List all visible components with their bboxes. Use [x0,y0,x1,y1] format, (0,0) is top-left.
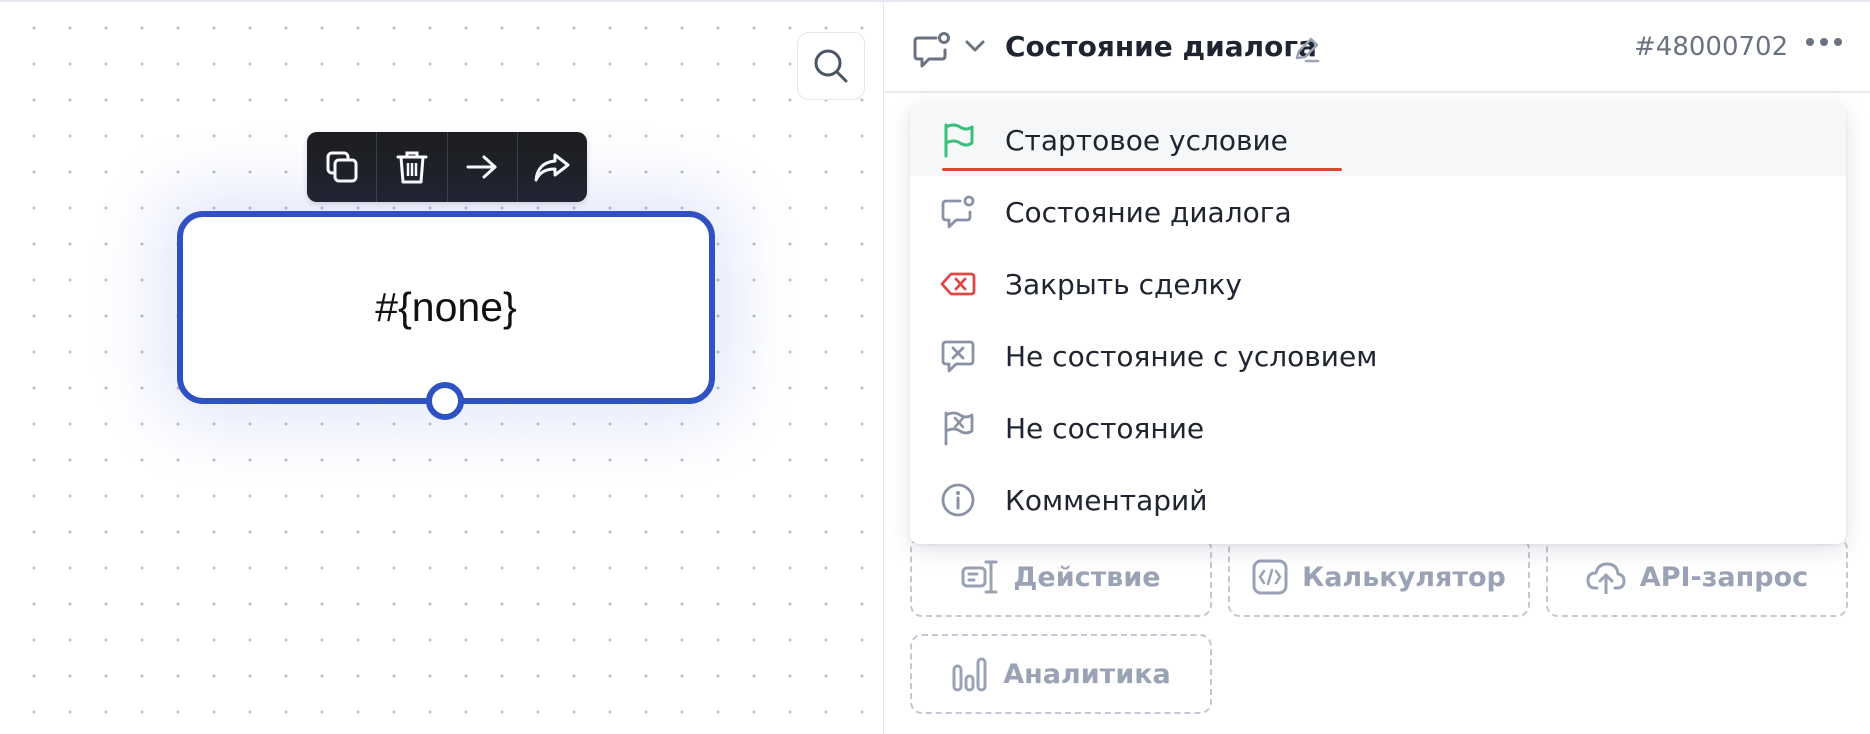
node-type-selector[interactable] [912,30,952,74]
more-horizontal-icon [1806,38,1842,46]
menu-item-not-state-with-condition[interactable]: Не состояние с условием [910,320,1846,392]
tile-analytics[interactable]: Аналитика [910,634,1212,714]
info-icon [941,483,975,517]
copy-icon [326,151,358,183]
pencil-icon [1295,37,1320,63]
menu-item-label: Не состояние [1005,411,1205,445]
chat-state-icon [913,32,950,68]
menu-item-label: Состояние диалога [1005,195,1292,229]
properties-panel: Состояние диалога #48000702 Действие Кал… [883,0,1870,734]
node-toolbar [307,132,587,202]
edit-title-button[interactable] [1292,36,1320,68]
flag-cross-icon [944,411,974,446]
menu-item-not-state[interactable]: Не состояние [910,392,1846,464]
panel-header: Состояние диалога #48000702 [884,2,1870,93]
tile-api-request[interactable]: API-запрос [1546,537,1848,617]
trash-icon [396,151,428,184]
node-output-handle[interactable] [426,382,464,420]
menu-item-comment[interactable]: Комментарий [910,464,1846,536]
menu-item-label: Стартовое условие [1005,123,1288,157]
node-label: #{none} [375,284,517,330]
chevron-down-icon [965,40,985,52]
node-type-dropdown-toggle[interactable] [964,38,986,58]
code-icon [1252,559,1288,595]
action-icon [961,560,998,594]
chat-state-icon [941,195,975,229]
share-arrow-icon [534,153,570,182]
close-tag-icon [940,272,976,296]
menu-item-close-deal[interactable]: Закрыть сделку [910,248,1846,320]
delete-node-button[interactable] [377,132,448,202]
active-underline [942,168,1342,171]
menu-item-start-condition[interactable]: Стартовое условие [910,104,1846,176]
more-options-button[interactable] [1804,34,1844,53]
menu-item-label: Закрыть сделку [1005,267,1242,301]
panel-title: Состояние диалога [1005,30,1317,63]
menu-item-label: Не состояние с условием [1005,339,1378,373]
node-id: #48000702 [1634,32,1789,62]
canvas-search-button[interactable] [797,32,865,100]
tile-calculator[interactable]: Калькулятор [1228,537,1530,617]
tile-action-label: Действие [1013,561,1161,593]
tile-analytics-label: Аналитика [1003,658,1171,690]
flow-canvas[interactable]: #{none} [0,0,883,734]
menu-item-label: Комментарий [1005,483,1208,517]
flag-icon [944,123,974,158]
cloud-upload-icon [1586,562,1626,594]
tile-calculator-label: Калькулятор [1302,561,1506,593]
chat-cross-icon [941,340,975,373]
tile-action[interactable]: Действие [910,537,1212,617]
copy-node-button[interactable] [307,132,378,202]
search-icon [814,49,848,83]
connect-node-button[interactable] [448,132,518,202]
share-node-button[interactable] [518,132,587,202]
flow-node[interactable]: #{none} [177,211,715,404]
menu-item-dialog-state[interactable]: Состояние диалога [910,176,1846,248]
tile-api-request-label: API-запрос [1639,561,1809,593]
arrow-right-icon [466,155,497,179]
node-type-menu: Стартовое условие Состояние диалога Закр… [910,104,1846,544]
bar-chart-icon [952,657,987,692]
